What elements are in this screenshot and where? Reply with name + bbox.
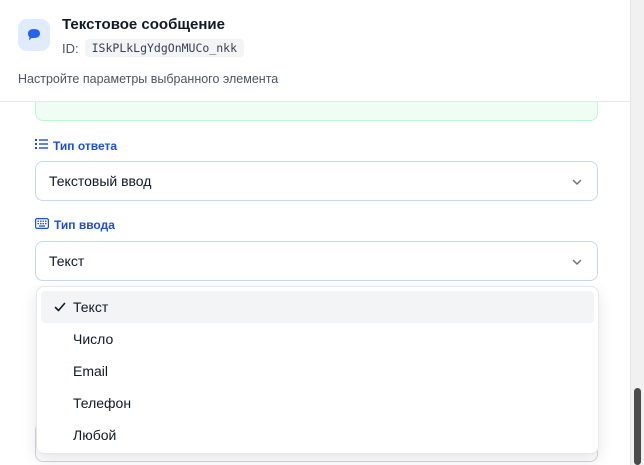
input-type-select[interactable]: Текст — [35, 241, 598, 281]
list-icon — [35, 138, 48, 153]
element-title: Текстовое сообщение — [62, 16, 225, 33]
option-label: Любой — [73, 427, 117, 443]
dropdown-option-text[interactable]: Текст — [41, 291, 594, 323]
answer-type-label: Тип ответа — [35, 138, 117, 153]
success-notice — [35, 102, 598, 121]
keyboard-icon — [35, 218, 50, 232]
dropdown-option-number[interactable]: Число — [41, 323, 594, 355]
option-label: Текст — [73, 299, 109, 315]
input-type-label: Тип ввода — [35, 218, 115, 232]
option-label: Email — [73, 363, 109, 379]
id-value[interactable]: ISkPLkLgYdgOnMUCo_nkk — [84, 39, 245, 57]
element-id-row: ID: ISkPLkLgYdgOnMUCo_nkk — [62, 39, 245, 57]
option-label: Телефон — [73, 395, 132, 411]
properties-panel: Текстовое сообщение ID: ISkPLkLgYdgOnMUC… — [0, 0, 644, 465]
scrollbar-thumb[interactable] — [634, 388, 641, 465]
vertical-scrollbar[interactable] — [630, 0, 644, 465]
dropdown-option-any[interactable]: Любой — [41, 419, 594, 451]
dropdown-option-email[interactable]: Email — [41, 355, 594, 387]
input-type-dropdown: Текст Число Email Телефон Любой — [36, 286, 599, 454]
check-icon — [53, 300, 67, 317]
input-type-value: Текст — [49, 253, 85, 269]
chat-bubble-icon — [18, 19, 50, 51]
option-label: Число — [73, 331, 114, 347]
chevron-down-icon — [571, 255, 583, 271]
id-label: ID: — [62, 40, 79, 56]
answer-type-select[interactable]: Текстовый ввод — [35, 161, 598, 201]
panel-header: Текстовое сообщение ID: ISkPLkLgYdgOnMUC… — [0, 0, 630, 102]
answer-type-value: Текстовый ввод — [49, 173, 152, 189]
chevron-down-icon — [571, 175, 583, 191]
input-type-label-text: Тип ввода — [54, 218, 115, 232]
answer-type-label-text: Тип ответа — [53, 138, 118, 153]
panel-description: Настройте параметры выбранного элемента — [18, 72, 279, 86]
dropdown-option-phone[interactable]: Телефон — [41, 387, 594, 419]
